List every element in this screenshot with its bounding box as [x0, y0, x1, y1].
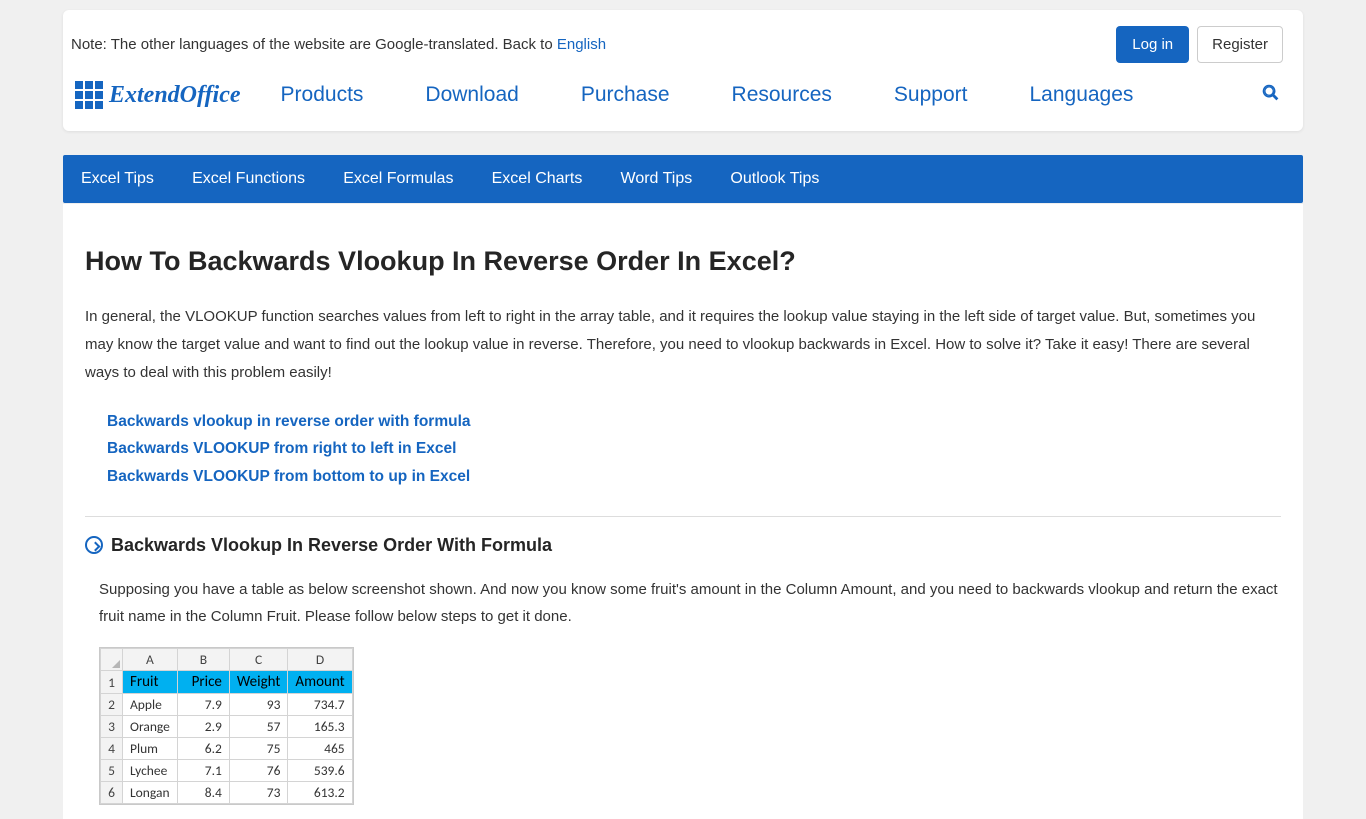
nav-products[interactable]: Products [281, 83, 364, 107]
sub-nav: Excel Tips Excel Functions Excel Formula… [63, 155, 1303, 203]
logo-text: ExtendOffice [109, 82, 241, 109]
excel-header-amount: Amount [288, 671, 352, 694]
excel-header-weight: Weight [229, 671, 288, 694]
excel-col-C: C [229, 649, 288, 671]
register-button[interactable]: Register [1197, 26, 1283, 63]
notice-text: Note: The other languages of the website… [71, 36, 557, 53]
nav-resources[interactable]: Resources [732, 83, 832, 107]
table-row: 5 Lychee 7.1 76 539.6 [101, 760, 353, 782]
excel-header-fruit: Fruit [123, 671, 178, 694]
logo[interactable]: ExtendOffice [75, 81, 241, 109]
excel-col-D: D [288, 649, 352, 671]
nav-purchase[interactable]: Purchase [581, 83, 670, 107]
divider [85, 516, 1281, 517]
page-title: How To Backwards Vlookup In Reverse Orde… [85, 246, 1281, 277]
arrow-right-circle-icon [85, 536, 103, 554]
table-row: 3 Orange 2.9 57 165.3 [101, 716, 353, 738]
excel-header-price: Price [177, 671, 229, 694]
toc-link-2[interactable]: Backwards VLOOKUP from right to left in … [107, 435, 1281, 462]
subnav-excel-tips[interactable]: Excel Tips [81, 170, 154, 187]
toc-link-3[interactable]: Backwards VLOOKUP from bottom to up in E… [107, 463, 1281, 490]
nav-languages[interactable]: Languages [1029, 83, 1133, 107]
excel-col-B: B [177, 649, 229, 671]
excel-select-all-corner [101, 649, 123, 671]
subnav-excel-formulas[interactable]: Excel Formulas [343, 170, 453, 187]
logo-grid-icon [75, 81, 103, 109]
excel-screenshot: A B C D 1 Fruit Price Weight Amount 2 [99, 647, 354, 805]
search-icon[interactable] [1262, 84, 1279, 106]
table-row: 6 Longan 8.4 73 613.2 [101, 782, 353, 804]
notice-bar: Note: The other languages of the website… [63, 10, 1303, 63]
excel-row-1: 1 [101, 671, 123, 694]
nav-download[interactable]: Download [425, 83, 518, 107]
subnav-word-tips[interactable]: Word Tips [621, 170, 693, 187]
subnav-excel-functions[interactable]: Excel Functions [192, 170, 305, 187]
subnav-outlook-tips[interactable]: Outlook Tips [730, 170, 819, 187]
intro-paragraph: In general, the VLOOKUP function searche… [85, 303, 1281, 386]
table-of-contents: Backwards vlookup in reverse order with … [85, 408, 1281, 489]
nav-support[interactable]: Support [894, 83, 968, 107]
table-row: 2 Apple 7.9 93 734.7 [101, 694, 353, 716]
excel-col-A: A [123, 649, 178, 671]
table-row: 4 Plum 6.2 75 465 [101, 738, 353, 760]
main-nav: Products Download Purchase Resources Sup… [281, 83, 1262, 107]
subnav-excel-charts[interactable]: Excel Charts [492, 170, 583, 187]
notice-english-link[interactable]: English [557, 36, 606, 53]
section-heading: Backwards Vlookup In Reverse Order With … [111, 535, 552, 556]
toc-link-1[interactable]: Backwards vlookup in reverse order with … [107, 408, 1281, 435]
section-body: Supposing you have a table as below scre… [99, 576, 1281, 632]
login-button[interactable]: Log in [1116, 26, 1189, 63]
